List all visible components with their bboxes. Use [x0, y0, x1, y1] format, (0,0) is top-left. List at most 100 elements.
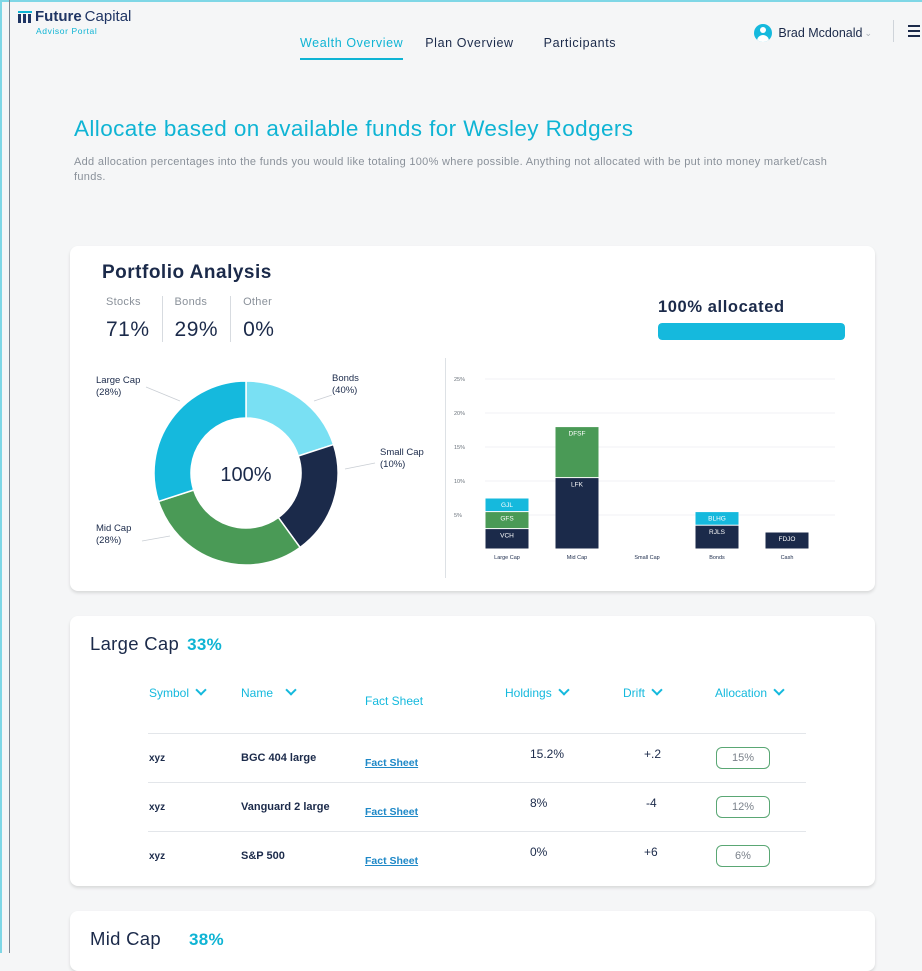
bar-segment-label: GJL	[501, 502, 513, 509]
slice-label: Small Cap	[380, 447, 424, 458]
logo-subtitle: Advisor Portal	[36, 26, 98, 36]
chevron-down-icon	[558, 684, 570, 696]
donut-center-label: 100%	[220, 464, 271, 486]
bar-segment-label: BLHG	[708, 516, 726, 523]
slice-leader-line	[141, 535, 171, 542]
logo-bold-text: Future	[35, 8, 82, 25]
slice-value-label: (28%)	[96, 387, 121, 398]
fund-symbol: xyz	[149, 753, 166, 764]
allocation-input[interactable]	[716, 796, 770, 818]
fund-holdings: 8%	[530, 796, 548, 810]
large-cap-card: Large Cap 33% Symbol Name Fact Sheet Hold…	[70, 616, 875, 886]
chart-divider	[445, 358, 446, 578]
asset-mix: Stocks 71% Bonds 29% Other 0%	[94, 296, 286, 342]
allocation-input[interactable]	[716, 845, 770, 867]
chevron-down-icon	[651, 684, 663, 696]
fund-drift: +.2	[644, 747, 662, 761]
allocation-input[interactable]	[716, 747, 770, 769]
logo-text: Capital	[84, 8, 132, 25]
fact-sheet-link[interactable]: Fact Sheet	[365, 757, 418, 769]
logo[interactable]: Future Capital Advisor Portal	[18, 8, 131, 36]
column-header-fact-sheet: Fact Sheet	[365, 694, 424, 708]
slice-value-label: (28%)	[96, 535, 121, 546]
portfolio-analysis-card: Portfolio Analysis Stocks 71% Bonds 29% …	[70, 246, 875, 591]
mix-label: Bonds	[174, 296, 208, 308]
mix-value: 71%	[106, 318, 150, 341]
column-header-drift[interactable]: Drift	[622, 680, 714, 734]
fund-holdings: 0%	[530, 845, 548, 859]
table-row: xyz S&P 500 Fact Sheet 0% +6	[148, 831, 806, 880]
left-edge-line	[9, 0, 10, 953]
fund-name: Vanguard 2 large	[241, 801, 330, 813]
mix-other: Other 0%	[230, 296, 286, 342]
donut-slice-bonds	[245, 380, 335, 457]
table-row: xyz Vanguard 2 large Fact Sheet 8% -4	[148, 782, 806, 832]
user-name: Brad Mcdonald	[778, 26, 863, 40]
page-title: Allocate based on available funds for We…	[74, 116, 634, 141]
nav-participants[interactable]: Participants	[544, 36, 617, 60]
main-nav: Wealth Overview Plan Overview Participan…	[300, 36, 638, 60]
fund-symbol: xyz	[149, 802, 166, 813]
section-name: Mid Cap	[90, 928, 161, 949]
nav-plan-overview[interactable]: Plan Overview	[425, 36, 513, 60]
column-header-name[interactable]: Name	[240, 680, 364, 734]
fact-sheet-link[interactable]: Fact Sheet	[365, 855, 418, 867]
x-tick-label: Mid Cap	[567, 555, 587, 561]
section-percent: 33%	[187, 635, 223, 654]
page-subtitle: Add allocation percentages into the fund…	[74, 156, 828, 183]
x-tick-label: Bonds	[709, 555, 725, 561]
column-header-allocation[interactable]: Allocation	[714, 680, 806, 734]
user-menu[interactable]: Brad Mcdonald ⌄	[754, 24, 872, 42]
chevron-down-icon	[285, 684, 297, 696]
slice-label: Large Cap	[96, 375, 140, 386]
x-tick-label: Large Cap	[494, 555, 520, 561]
nav-wealth-overview[interactable]: Wealth Overview	[300, 36, 404, 60]
fund-drift: +6	[644, 845, 658, 859]
bar-segment-label: FDJO	[779, 536, 796, 543]
bar-segment-lfk	[555, 478, 599, 549]
slice-value-label: (40%)	[332, 385, 357, 396]
y-tick-label: 15%	[454, 445, 465, 451]
fund-name: S&P 500	[241, 850, 285, 862]
mix-stocks: Stocks 71%	[94, 296, 162, 342]
allocation-progress-fill	[658, 323, 845, 340]
bar-segment-label: VCH	[500, 533, 514, 540]
section-percent: 38%	[189, 930, 224, 949]
mid-cap-card: Mid Cap 38%	[70, 911, 875, 971]
section-title: Mid Cap 38%	[90, 928, 224, 950]
bar-logo-icon	[18, 10, 32, 23]
slice-label: Mid Cap	[96, 523, 131, 534]
bar-segment-label: RJLS	[709, 529, 726, 536]
header-divider	[893, 20, 894, 42]
x-tick-label: Cash	[781, 555, 794, 561]
y-tick-label: 20%	[454, 411, 465, 417]
user-avatar-icon	[754, 24, 773, 42]
x-tick-label: Small Cap	[634, 555, 659, 561]
mix-value: 29%	[174, 318, 219, 341]
slice-leader-line	[145, 386, 181, 402]
slice-leader-line	[344, 462, 376, 470]
bar-segment-label: LFK	[571, 482, 584, 489]
chevron-down-icon	[195, 684, 207, 696]
table-row: xyz BGC 404 large Fact Sheet 15.2% +.2	[148, 733, 806, 783]
mix-label: Stocks	[106, 296, 141, 308]
bar-segment-label: GFS	[500, 516, 514, 523]
slice-value-label: (10%)	[380, 459, 405, 470]
allocation-progress-bar	[658, 323, 845, 340]
slice-label: Bonds	[332, 373, 359, 384]
fund-symbol: xyz	[149, 851, 166, 862]
hamburger-menu-icon[interactable]	[908, 25, 920, 40]
mix-bonds: Bonds 29%	[161, 296, 231, 342]
y-tick-label: 10%	[454, 479, 465, 485]
y-tick-label: 25%	[454, 377, 465, 383]
fund-name: BGC 404 large	[241, 752, 317, 764]
fact-sheet-link[interactable]: Fact Sheet	[365, 806, 418, 818]
chevron-down-icon	[773, 684, 785, 696]
section-title: Large Cap 33%	[90, 633, 222, 655]
column-header-symbol[interactable]: Symbol	[148, 680, 240, 734]
column-header-holdings[interactable]: Holdings	[504, 680, 622, 734]
y-tick-label: 5%	[454, 513, 462, 519]
large-cap-funds-table: Symbol Name Fact Sheet Holdings Drift Al…	[148, 680, 806, 880]
portfolio-title: Portfolio Analysis	[102, 262, 272, 283]
mix-label: Other	[243, 296, 273, 308]
